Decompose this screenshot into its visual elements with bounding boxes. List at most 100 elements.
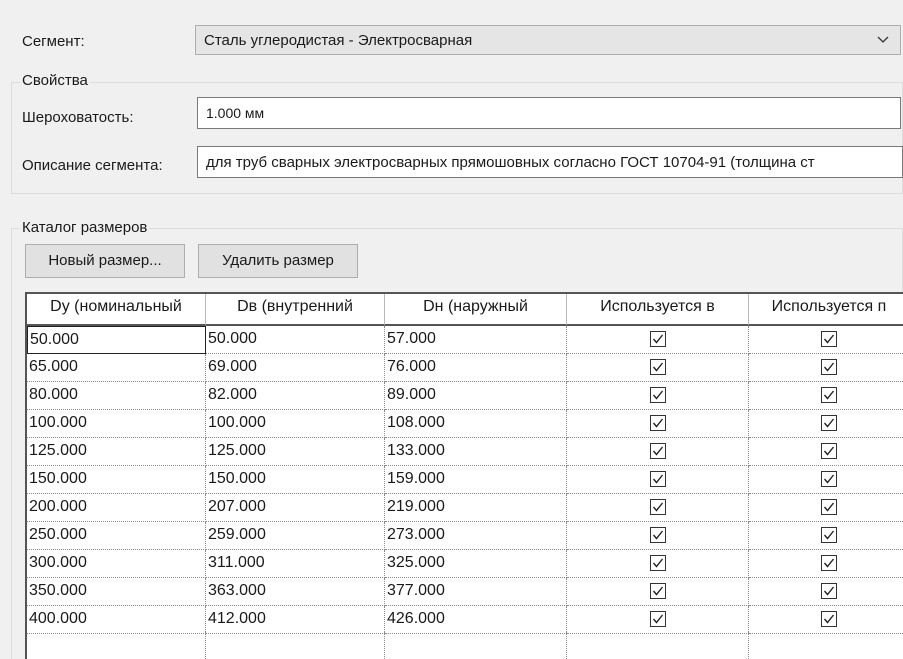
table-cell[interactable]: 57.000 <box>385 326 567 354</box>
table-cell[interactable]: 412.000 <box>206 606 385 634</box>
table-cell[interactable]: 219.000 <box>385 494 567 522</box>
table-cell[interactable]: 300.000 <box>27 550 206 578</box>
column-header-inner[interactable]: Dв (внутренний <box>206 294 385 326</box>
segment-selected-value: Сталь углеродистая - Электросварная <box>204 32 473 49</box>
checkbox-checked-icon[interactable] <box>820 359 837 375</box>
table-cell[interactable]: 207.000 <box>206 494 385 522</box>
roughness-input[interactable]: 1.000 мм <box>197 97 901 129</box>
column-header-nominal[interactable]: Dy (номинальный <box>27 294 206 326</box>
column-divider <box>205 632 206 659</box>
checkbox-checked-icon[interactable] <box>820 555 837 571</box>
new-size-button[interactable]: Новый размер... <box>25 244 185 278</box>
table-cell[interactable]: 311.000 <box>206 550 385 578</box>
table-cell[interactable]: 125.000 <box>206 438 385 466</box>
table-cell[interactable]: 259.000 <box>206 522 385 550</box>
segment-dropdown[interactable]: Сталь углеродистая - Электросварная <box>195 25 901 55</box>
table-cell-checkbox <box>567 326 749 354</box>
table-cell[interactable]: 426.000 <box>385 606 567 634</box>
table-cell-checkbox <box>567 382 749 410</box>
table-cell[interactable]: 89.000 <box>385 382 567 410</box>
table-cell[interactable]: 377.000 <box>385 578 567 606</box>
table-cell[interactable]: 76.000 <box>385 354 567 382</box>
checkbox-checked-icon[interactable] <box>649 415 666 431</box>
checkbox-checked-icon[interactable] <box>820 387 837 403</box>
table-cell[interactable]: 100.000 <box>206 410 385 438</box>
chevron-down-icon <box>876 33 890 47</box>
table-cell[interactable]: 50.000 <box>206 326 385 354</box>
table-cell[interactable]: 159.000 <box>385 466 567 494</box>
column-divider <box>748 632 749 659</box>
roughness-label: Шероховатость: <box>22 109 134 126</box>
properties-group-title: Свойства <box>20 72 90 89</box>
table-cell[interactable]: 200.000 <box>27 494 206 522</box>
column-header-used-in-1[interactable]: Используется в <box>567 294 749 326</box>
table-cell[interactable]: 65.000 <box>27 354 206 382</box>
checkbox-checked-icon[interactable] <box>649 331 666 347</box>
table-cell[interactable]: 350.000 <box>27 578 206 606</box>
checkbox-checked-icon[interactable] <box>820 443 837 459</box>
checkbox-checked-icon[interactable] <box>649 583 666 599</box>
size-catalog-table[interactable]: Dy (номинальный Dв (внутренний Dн (наруж… <box>25 292 903 659</box>
table-cell[interactable]: 150.000 <box>206 466 385 494</box>
table-cell-checkbox <box>749 578 903 606</box>
table-cell[interactable]: 133.000 <box>385 438 567 466</box>
table-cell[interactable]: 250.000 <box>27 522 206 550</box>
table-cell-checkbox <box>567 522 749 550</box>
table-cell[interactable]: 400.000 <box>27 606 206 634</box>
checkbox-checked-icon[interactable] <box>820 611 837 627</box>
table-row[interactable]: 80.000 82.000 89.000 <box>27 382 903 410</box>
segment-properties-dialog: Сегмент: Сталь углеродистая - Электросва… <box>0 0 903 659</box>
table-cell-checkbox <box>567 466 749 494</box>
checkbox-checked-icon[interactable] <box>649 555 666 571</box>
table-row[interactable]: 125.000 125.000 133.000 <box>27 438 903 466</box>
column-header-used-in-2[interactable]: Используется п <box>749 294 903 326</box>
table-cell-checkbox <box>749 522 903 550</box>
table-row[interactable]: 65.000 69.000 76.000 <box>27 354 903 382</box>
table-cell[interactable]: 150.000 <box>27 466 206 494</box>
table-row[interactable]: 200.000 207.000 219.000 <box>27 494 903 522</box>
table-cell-checkbox <box>749 466 903 494</box>
table-cell-checkbox <box>749 354 903 382</box>
delete-size-button[interactable]: Удалить размер <box>198 244 358 278</box>
table-row[interactable]: 400.000 412.000 426.000 <box>27 606 903 634</box>
column-divider <box>384 632 385 659</box>
column-header-outer[interactable]: Dн (наружный <box>385 294 567 326</box>
table-row[interactable]: 150.000 150.000 159.000 <box>27 466 903 494</box>
table-row[interactable]: 50.000 50.000 57.000 <box>27 326 903 354</box>
table-cell-checkbox <box>749 606 903 634</box>
checkbox-checked-icon[interactable] <box>820 415 837 431</box>
table-cell[interactable]: 325.000 <box>385 550 567 578</box>
table-cell-checkbox <box>749 494 903 522</box>
table-cell[interactable]: 100.000 <box>27 410 206 438</box>
column-divider <box>566 632 567 659</box>
catalog-group-title: Каталог размеров <box>20 219 150 236</box>
checkbox-checked-icon[interactable] <box>649 359 666 375</box>
checkbox-checked-icon[interactable] <box>649 499 666 515</box>
description-input[interactable]: для труб сварных электросварных прямошов… <box>197 146 903 178</box>
table-cell[interactable]: 82.000 <box>206 382 385 410</box>
table-cell[interactable]: 80.000 <box>27 382 206 410</box>
checkbox-checked-icon[interactable] <box>820 499 837 515</box>
table-cell[interactable]: 125.000 <box>27 438 206 466</box>
checkbox-checked-icon[interactable] <box>649 611 666 627</box>
table-cell[interactable]: 108.000 <box>385 410 567 438</box>
checkbox-checked-icon[interactable] <box>649 471 666 487</box>
table-row[interactable]: 350.000 363.000 377.000 <box>27 578 903 606</box>
table-cell[interactable]: 50.000 <box>27 326 206 354</box>
table-row[interactable]: 250.000 259.000 273.000 <box>27 522 903 550</box>
table-cell-checkbox <box>749 438 903 466</box>
table-cell[interactable]: 69.000 <box>206 354 385 382</box>
checkbox-checked-icon[interactable] <box>820 331 837 347</box>
checkbox-checked-icon[interactable] <box>649 443 666 459</box>
checkbox-checked-icon[interactable] <box>649 387 666 403</box>
table-cell-checkbox <box>567 410 749 438</box>
checkbox-checked-icon[interactable] <box>820 527 837 543</box>
table-cell-checkbox <box>567 438 749 466</box>
checkbox-checked-icon[interactable] <box>820 583 837 599</box>
checkbox-checked-icon[interactable] <box>820 471 837 487</box>
table-row[interactable]: 300.000 311.000 325.000 <box>27 550 903 578</box>
table-cell[interactable]: 273.000 <box>385 522 567 550</box>
table-row[interactable]: 100.000 100.000 108.000 <box>27 410 903 438</box>
table-cell[interactable]: 363.000 <box>206 578 385 606</box>
checkbox-checked-icon[interactable] <box>649 527 666 543</box>
